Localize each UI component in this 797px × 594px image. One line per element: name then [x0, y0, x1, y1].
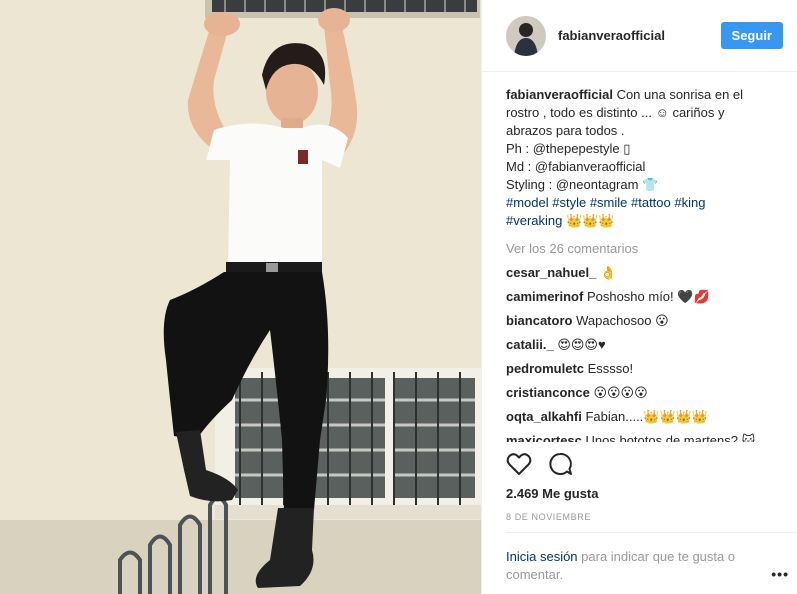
comment-row: cristianconce 😮😮😮😮 — [506, 384, 780, 402]
caption-hashtags[interactable]: #veraking 👑👑👑 — [506, 212, 780, 230]
comment-text: Fabian.....👑👑👑👑 — [585, 409, 709, 424]
comment-text: 😮😮😮😮 — [593, 385, 648, 400]
comment-username[interactable]: pedromuletc — [506, 361, 584, 376]
post-date: 8 DE NOVIEMBRE — [506, 512, 591, 522]
comment-text: Wapachosoo 😮 — [576, 313, 669, 328]
comment-row: cesar_nahuel_ 👌 — [506, 264, 780, 282]
view-all-comments-link[interactable]: Ver los 26 comentarios — [506, 240, 780, 258]
caption-line: Styling : @neontagram 👕 — [506, 177, 659, 192]
comments-section[interactable]: fabianveraofficial Con una sonrisa en el… — [506, 86, 780, 442]
comment-row: pedromuletc Esssso! — [506, 360, 780, 378]
comment-text: Unos bototos de martens? 🐱 — [585, 433, 756, 442]
instagram-post: fabianveraofficial Seguir fabianveraoffi… — [0, 0, 797, 594]
comment-username[interactable]: biancatoro — [506, 313, 572, 328]
header-username[interactable]: fabianveraofficial — [558, 28, 721, 43]
comment-row: biancatoro Wapachosoo 😮 — [506, 312, 780, 330]
post-sidebar: fabianveraofficial Seguir fabianveraoffi… — [481, 0, 797, 594]
caption-username[interactable]: fabianveraofficial — [506, 87, 613, 102]
comment-row: camimerinof Poshosho mío! 🖤💋 — [506, 288, 780, 306]
caption-line: Md : @fabianveraofficial — [506, 159, 646, 174]
caption-hashtags[interactable]: #model #style #smile #tattoo #king — [506, 194, 780, 212]
follow-button[interactable]: Seguir — [720, 22, 783, 49]
avatar[interactable] — [506, 15, 546, 56]
post-photo[interactable] — [0, 0, 481, 594]
divider — [506, 532, 797, 533]
comment-text: Poshosho mío! 🖤💋 — [586, 289, 710, 304]
caption-line: Con una sonrisa en el — [616, 87, 744, 102]
avatar-image — [506, 15, 546, 56]
comment-username[interactable]: oqta_alkahfi — [506, 409, 582, 424]
comment-text: 😍😍😍♥ — [557, 337, 606, 352]
caption: fabianveraofficial Con una sonrisa en el… — [506, 86, 780, 230]
caption-line: Ph : @thepepestyle ▯ — [506, 141, 631, 156]
login-link[interactable]: Inicia sesión — [506, 549, 578, 564]
comment-username[interactable]: maxicortesc — [506, 433, 582, 442]
like-count[interactable]: 2.469 Me gusta — [506, 486, 599, 501]
caption-line: abrazos para todos . — [506, 123, 625, 138]
comment-username[interactable]: cristianconce — [506, 385, 590, 400]
photo-illustration — [0, 0, 481, 594]
comment-row: oqta_alkahfi Fabian.....👑👑👑👑 — [506, 408, 780, 426]
comment-row: catalii._ 😍😍😍♥ — [506, 336, 780, 354]
heart-icon-svg — [506, 453, 532, 475]
comment-text: Esssso! — [587, 361, 634, 376]
comment-text: 👌 — [599, 265, 617, 280]
caption-line: rostro , todo es distinto ... ☺ cariños … — [506, 105, 725, 120]
more-options-icon[interactable]: ••• — [771, 566, 789, 582]
comment-username[interactable]: catalii._ — [506, 337, 554, 352]
comment-username[interactable]: cesar_nahuel_ — [506, 265, 596, 280]
comment-username[interactable]: camimerinof — [506, 289, 583, 304]
post-header: fabianveraofficial Seguir — [482, 0, 797, 72]
login-prompt: Inicia sesión para indicar que te gusta … — [506, 548, 756, 584]
heart-icon[interactable] — [506, 452, 532, 481]
action-bar — [506, 452, 574, 481]
comment-icon-svg — [549, 452, 572, 475]
comment-icon[interactable] — [548, 452, 574, 481]
comment-row: maxicortesc Unos bototos de martens? 🐱 — [506, 432, 780, 442]
